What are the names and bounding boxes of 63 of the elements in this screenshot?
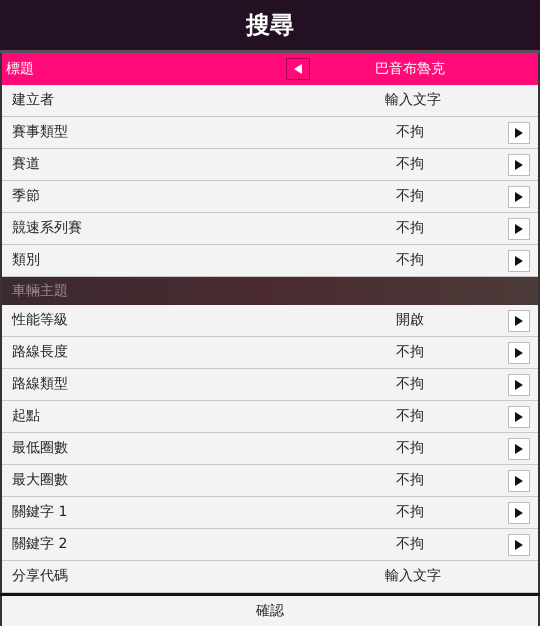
next-option-button[interactable]	[508, 438, 530, 460]
row-label: 起點	[12, 407, 41, 426]
right-triangle-icon	[515, 192, 523, 202]
window-title: 搜尋	[246, 10, 294, 41]
row-label: 路線類型	[12, 375, 69, 394]
next-option-button[interactable]	[508, 470, 530, 492]
row-label: 關鍵字 2	[12, 535, 68, 554]
right-triangle-icon	[515, 160, 523, 170]
next-option-button[interactable]	[508, 310, 530, 332]
next-option-button[interactable]	[508, 406, 530, 428]
right-triangle-icon	[515, 128, 523, 138]
right-triangle-icon	[515, 444, 523, 454]
next-option-button[interactable]	[508, 374, 530, 396]
right-triangle-icon	[515, 256, 523, 266]
option-value: 不拘	[394, 535, 425, 554]
option-value: 開啟	[394, 311, 425, 330]
section-title: 車輛主題	[12, 282, 68, 300]
next-option-button[interactable]	[508, 122, 530, 144]
option-value: 巴音布魯克	[374, 60, 446, 78]
row-label: 關鍵字 1	[12, 503, 68, 522]
right-triangle-icon	[515, 316, 523, 326]
option-value: 不拘	[394, 471, 425, 490]
next-option-button[interactable]	[508, 186, 530, 208]
option-value: 不拘	[394, 375, 425, 394]
right-triangle-icon	[515, 348, 523, 358]
option-value: 不拘	[394, 187, 425, 206]
next-option-button[interactable]	[508, 502, 530, 524]
row-label: 季節	[12, 187, 41, 206]
confirm-button[interactable]: 確認	[2, 596, 538, 626]
right-triangle-icon	[515, 476, 523, 486]
previous-option-button[interactable]	[286, 58, 310, 80]
row-label: 賽道	[12, 155, 41, 174]
option-value: 不拘	[394, 251, 425, 270]
row-label: 路線長度	[12, 343, 69, 362]
next-option-button[interactable]	[508, 250, 530, 272]
row-label: 賽事類型	[12, 123, 69, 142]
next-option-button[interactable]	[508, 218, 530, 240]
row-label: 類別	[12, 251, 41, 270]
option-value: 不拘	[394, 343, 425, 362]
right-triangle-icon	[515, 540, 523, 550]
next-option-button[interactable]	[508, 154, 530, 176]
right-triangle-icon	[515, 412, 523, 422]
option-value: 不拘	[394, 155, 425, 174]
row-label: 建立者	[12, 91, 55, 110]
left-triangle-icon	[294, 64, 302, 74]
option-value: 不拘	[394, 123, 425, 142]
row-label: 最大圈數	[12, 471, 69, 490]
option-value: 不拘	[394, 503, 425, 522]
next-option-button[interactable]	[508, 534, 530, 556]
row-label: 性能等級	[12, 311, 69, 330]
next-option-button[interactable]	[508, 342, 530, 364]
row-label: 標題	[6, 60, 35, 78]
option-value: 不拘	[394, 407, 425, 426]
right-triangle-icon	[515, 380, 523, 390]
right-triangle-icon	[515, 508, 523, 518]
row-label: 分享代碼	[12, 567, 69, 586]
text-input-field[interactable]: 輸入文字	[318, 90, 508, 111]
option-value: 不拘	[394, 439, 425, 458]
right-triangle-icon	[515, 224, 523, 234]
row-label: 最低圈數	[12, 439, 69, 458]
text-input-field[interactable]: 輸入文字	[318, 566, 508, 587]
row-label: 競速系列賽	[12, 219, 83, 238]
option-value: 不拘	[394, 219, 425, 238]
